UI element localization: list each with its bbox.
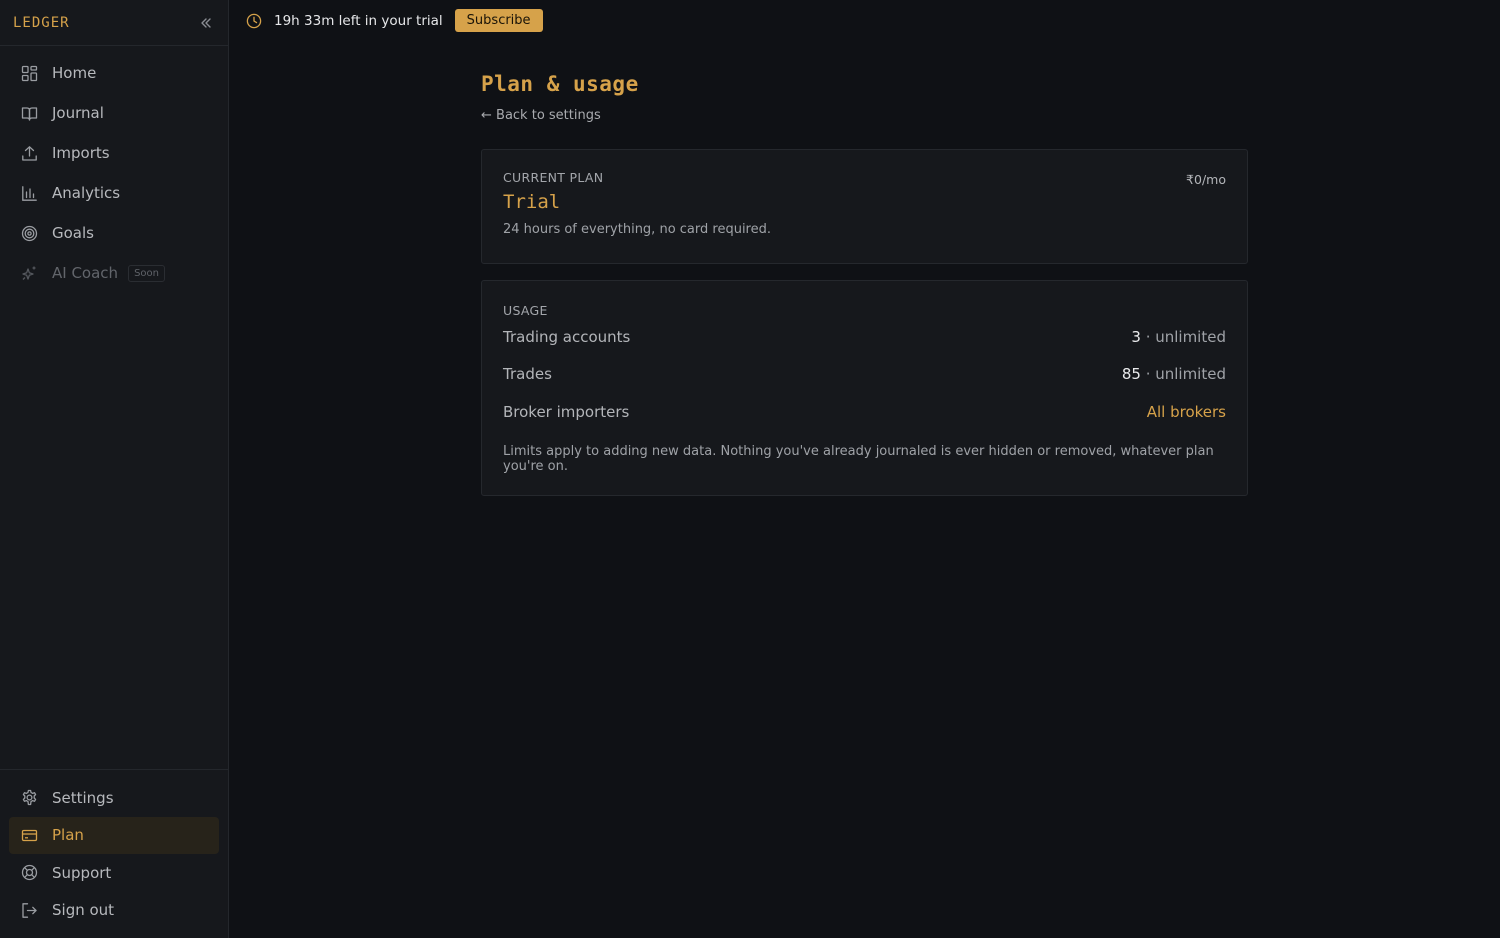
book-icon [21, 105, 38, 122]
back-to-settings-link[interactable]: ← Back to settings [481, 108, 601, 123]
bar-chart-icon [21, 185, 38, 202]
trial-banner: 19h 33m left in your trial Subscribe [229, 0, 1500, 41]
lifebuoy-icon [21, 864, 38, 881]
usage-count: 85 [1121, 365, 1141, 384]
brand-row: LEDGER [0, 0, 228, 46]
usage-value: 85 · unlimited [1122, 365, 1226, 383]
usage-name: Trades [503, 365, 552, 384]
plan-price: ₹0/mo [1186, 172, 1226, 187]
sidebar-item-label: Imports [52, 144, 110, 162]
sidebar-item-imports[interactable]: Imports [0, 133, 228, 173]
collapse-sidebar-icon[interactable] [197, 14, 215, 32]
usage-limit: · unlimited [1140, 365, 1226, 384]
plan-description: 24 hours of everything, no card required… [503, 222, 771, 237]
sidebar-item-plan[interactable]: Plan [9, 816, 219, 854]
subscribe-button[interactable]: Subscribe [454, 9, 543, 32]
sidebar-item-analytics[interactable]: Analytics [0, 173, 228, 213]
sign-out-icon [21, 902, 38, 919]
sidebar-item-sign-out[interactable]: Sign out [0, 892, 228, 930]
sidebar-item-label: Support [52, 863, 112, 882]
usage-value: 3 · unlimited [1131, 328, 1226, 346]
sidebar-item-label: Analytics [52, 184, 121, 202]
sidebar-item-support[interactable]: Support [0, 854, 228, 892]
page-title: Plan & usage [481, 72, 639, 96]
clock-icon [246, 13, 262, 29]
credit-card-icon [21, 827, 38, 844]
usage-row-trades: Trades 85 · unlimited [503, 356, 1226, 394]
current-plan-card: CURRENT PLAN ₹0/mo Trial 24 hours of eve… [481, 149, 1248, 264]
usage-note: Limits apply to adding new data. Nothing… [503, 443, 1214, 474]
sidebar-item-settings[interactable]: Settings [0, 779, 228, 817]
main-content: Plan & usage ← Back to settings CURRENT … [481, 72, 1248, 496]
sidebar-item-label: Journal [52, 104, 104, 122]
upload-icon [21, 145, 38, 162]
usage-limit: · unlimited [1140, 327, 1226, 346]
usage-row-broker-importers: Broker importers All brokers [503, 393, 1226, 431]
usage-value: All brokers [1146, 402, 1226, 421]
sidebar: LEDGER Home Journal Imports Analytics Go… [0, 0, 229, 938]
sidebar-item-label: Sign out [52, 901, 115, 920]
sparkle-icon [21, 265, 38, 282]
usage-count: 3 [1131, 327, 1141, 346]
sidebar-item-ai-coach: AI Coach Soon [0, 253, 228, 293]
current-plan-label: CURRENT PLAN [503, 170, 604, 185]
trial-countdown: 19h 33m left in your trial [274, 12, 443, 29]
target-icon [21, 225, 38, 242]
plan-name: Trial [503, 191, 561, 213]
sidebar-item-label: Plan [52, 826, 84, 845]
sidebar-item-label: AI Coach [52, 264, 119, 282]
sidebar-item-label: Goals [52, 224, 94, 242]
brand-logo: LEDGER [13, 14, 70, 31]
sidebar-item-label: Home [52, 64, 97, 82]
usage-row-trading-accounts: Trading accounts 3 · unlimited [503, 318, 1226, 356]
primary-nav: Home Journal Imports Analytics Goals AI … [0, 46, 228, 293]
grid-icon [21, 65, 38, 82]
secondary-nav: Settings Plan Support Sign out [0, 769, 228, 938]
sidebar-item-home[interactable]: Home [0, 53, 228, 93]
sidebar-item-journal[interactable]: Journal [0, 93, 228, 133]
usage-name: Broker importers [503, 402, 630, 421]
usage-card: USAGE Trading accounts 3 · unlimited Tra… [481, 280, 1248, 496]
soon-badge: Soon [128, 264, 165, 282]
usage-label: USAGE [503, 303, 548, 318]
sidebar-item-label: Settings [52, 788, 114, 807]
usage-name: Trading accounts [503, 327, 631, 346]
sidebar-item-goals[interactable]: Goals [0, 213, 228, 253]
gear-icon [21, 789, 38, 806]
